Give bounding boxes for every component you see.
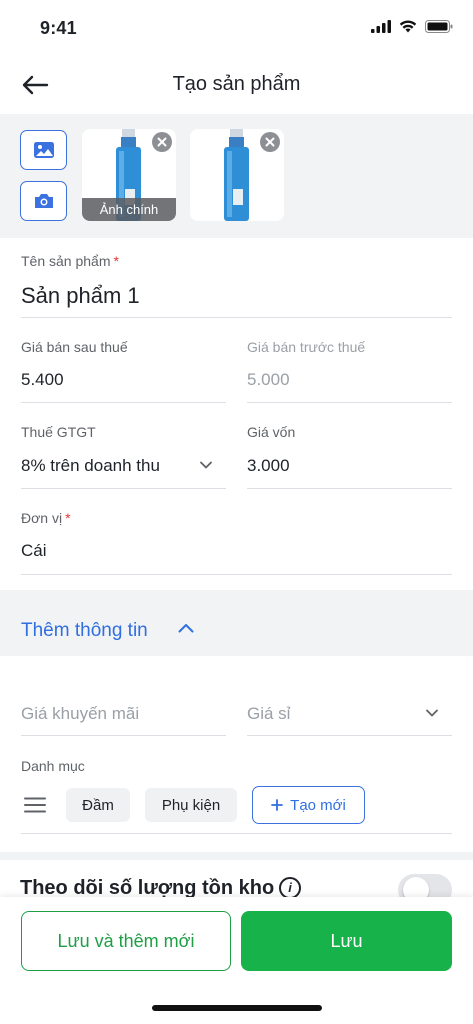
divider (21, 574, 452, 575)
create-category-button[interactable]: Tạo mới (252, 786, 365, 824)
main-photo-caption: Ảnh chính (82, 198, 176, 221)
photo-section: Ảnh chính (0, 114, 473, 238)
category-chip[interactable]: Phụ kiện (145, 788, 237, 822)
promo-price-input[interactable]: Giá khuyến mãi (21, 704, 139, 724)
more-info-toggle[interactable]: Thêm thông tin (0, 590, 473, 656)
section-separator (0, 852, 473, 860)
name-input[interactable]: Sản phẩm 1 (21, 283, 140, 309)
remove-photo-button[interactable] (260, 132, 280, 152)
chevron-down-icon (426, 709, 438, 717)
status-time: 9:41 (40, 18, 77, 38)
image-icon (33, 142, 54, 158)
product-form: Tên sản phẩm * Sản phẩm 1 Giá bán sau thu… (0, 238, 473, 590)
battery-icon (425, 20, 453, 33)
save-button[interactable]: Lưu (241, 911, 452, 971)
signal-icon (371, 20, 391, 33)
page-title: Tạo sản phẩm (172, 73, 301, 95)
status-icons (371, 20, 453, 33)
nav-header: Tạo sản phẩm (0, 56, 473, 114)
vat-label: Thuế GTGT (21, 424, 96, 440)
extra-fields: Giá khuyến mãi Giá sỉ Danh mục Đầm Phụ k… (0, 656, 473, 852)
save-and-new-button[interactable]: Lưu và thêm mới (21, 911, 231, 971)
cost-label: Giá vốn (247, 424, 296, 440)
category-label: Danh mục (21, 758, 85, 774)
close-icon (265, 137, 275, 147)
unit-input[interactable]: Cái (21, 541, 47, 561)
chevron-up-icon (178, 624, 194, 633)
menu-icon[interactable] (24, 797, 46, 813)
divider (247, 402, 452, 403)
inventory-tracking-label: Theo dõi số lượng tồn kho (20, 877, 275, 898)
price-after-tax-label: Giá bán sau thuế (21, 339, 128, 355)
category-chip[interactable]: Đầm (66, 788, 130, 822)
divider (21, 833, 452, 834)
divider (247, 735, 452, 736)
more-info-label: Thêm thông tin (21, 620, 148, 641)
unit-label: Đơn vị * (21, 510, 71, 526)
price-before-tax-label: Giá bán trước thuế (247, 339, 366, 355)
price-after-tax-input[interactable]: 5.400 (21, 370, 64, 390)
plus-icon (271, 799, 284, 811)
price-before-tax-input[interactable]: 5.000 (247, 370, 290, 390)
vat-select[interactable]: 8% trên doanh thu (21, 456, 160, 476)
home-indicator (152, 1005, 322, 1011)
product-photo-main[interactable]: Ảnh chính (82, 129, 176, 221)
create-category-label: Tạo mới (290, 796, 346, 814)
gallery-button[interactable] (20, 130, 67, 170)
info-icon[interactable]: i (279, 877, 301, 898)
name-label: Tên sản phẩm * (21, 253, 119, 269)
divider (247, 488, 452, 489)
chevron-down-icon (200, 461, 212, 469)
inventory-tracking-row: Theo dõi số lượng tồn kho i (0, 860, 473, 898)
product-photo[interactable] (190, 129, 284, 221)
divider (21, 488, 226, 489)
wifi-icon (399, 20, 417, 33)
create-product-screen: 9:41 Tạo sản phẩm Ảnh chính Tên sản phẩm… (0, 0, 473, 1024)
wholesale-price-select[interactable]: Giá sỉ (247, 704, 290, 724)
status-bar: 9:41 (0, 0, 473, 56)
footer-bar: Lưu và thêm mới Lưu (0, 897, 473, 1024)
remove-photo-button[interactable] (152, 132, 172, 152)
camera-icon (34, 194, 53, 208)
toggle-knob (403, 877, 429, 898)
divider (21, 317, 452, 318)
cost-input[interactable]: 3.000 (247, 456, 290, 476)
divider (21, 402, 226, 403)
camera-button[interactable] (20, 181, 67, 221)
divider (21, 735, 226, 736)
close-icon (157, 137, 167, 147)
